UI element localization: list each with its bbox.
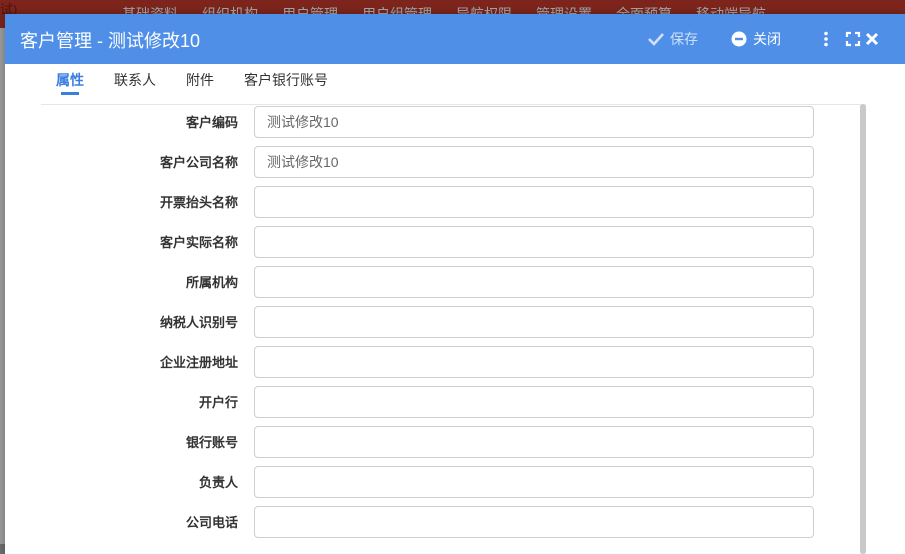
tab-properties[interactable]: 属性	[41, 64, 99, 104]
form-row-bank: 开户行	[5, 386, 865, 420]
close-label: 关闭	[753, 31, 781, 47]
scrollbar-thumb[interactable]	[860, 104, 866, 554]
taxpayer-id-field[interactable]	[254, 306, 814, 338]
save-button[interactable]: 保存	[648, 29, 698, 49]
form-row-actual-name: 客户实际名称	[5, 226, 865, 260]
save-label: 保存	[670, 31, 698, 47]
field-label: 银行账号	[185, 435, 238, 450]
field-label: 企业注册地址	[159, 355, 238, 370]
tab-bank-accounts[interactable]: 客户银行账号	[229, 64, 343, 104]
tab-bar: 属性 联系人 附件 客户银行账号	[41, 64, 343, 104]
form-row-bank-account: 银行账号	[5, 426, 865, 460]
field-label: 开票抬头名称	[159, 195, 238, 210]
bank-field[interactable]	[254, 386, 814, 418]
registered-address-field[interactable]	[254, 346, 814, 378]
company-phone-field[interactable]	[254, 506, 814, 538]
field-label: 公司电话	[185, 515, 238, 530]
form-row-taxpayer-id: 纳税人识别号	[5, 306, 865, 340]
form-row-person-in-charge: 负责人	[5, 466, 865, 500]
tab-attachments[interactable]: 附件	[171, 64, 229, 104]
form-row-company-name: 客户公司名称	[5, 146, 865, 180]
close-button[interactable]: 关闭	[731, 29, 781, 49]
field-label: 纳税人识别号	[159, 315, 238, 330]
form-row-registered-address: 企业注册地址	[5, 346, 865, 380]
form-row-company-phone: 公司电话	[5, 506, 865, 540]
form-scrollbar[interactable]	[860, 104, 866, 554]
form-row-customer-code: 客户编码	[5, 106, 865, 140]
form-row-invoice-title: 开票抬头名称	[5, 186, 865, 220]
invoice-title-field[interactable]	[254, 186, 814, 218]
tab-divider	[41, 104, 865, 105]
customer-code-field[interactable]	[254, 106, 814, 138]
tab-contacts[interactable]: 联系人	[99, 64, 171, 104]
bank-account-field[interactable]	[254, 426, 814, 458]
field-label: 负责人	[198, 475, 238, 490]
more-vertical-icon[interactable]	[818, 31, 834, 47]
dialog-header: 客户管理 - 测试修改10 保存 关闭	[5, 14, 905, 64]
minus-circle-icon	[731, 31, 747, 47]
dialog-title: 客户管理 - 测试修改10	[20, 31, 201, 51]
company-name-field[interactable]	[254, 146, 814, 178]
organization-field[interactable]	[254, 266, 814, 298]
customer-edit-dialog: 客户管理 - 测试修改10 保存 关闭 属性 联系人 附件 客户银行账号 客户编…	[5, 14, 905, 554]
field-label: 所属机构	[185, 275, 238, 290]
field-label: 客户公司名称	[159, 155, 238, 170]
field-label: 开户行	[198, 395, 238, 410]
form-row-organization: 所属机构	[5, 266, 865, 300]
person-in-charge-field[interactable]	[254, 466, 814, 498]
actual-name-field[interactable]	[254, 226, 814, 258]
field-label: 客户实际名称	[159, 235, 238, 250]
field-label: 客户编码	[185, 115, 238, 130]
check-icon	[648, 33, 664, 46]
maximize-icon[interactable]	[845, 31, 861, 47]
close-x-icon[interactable]	[864, 31, 880, 47]
